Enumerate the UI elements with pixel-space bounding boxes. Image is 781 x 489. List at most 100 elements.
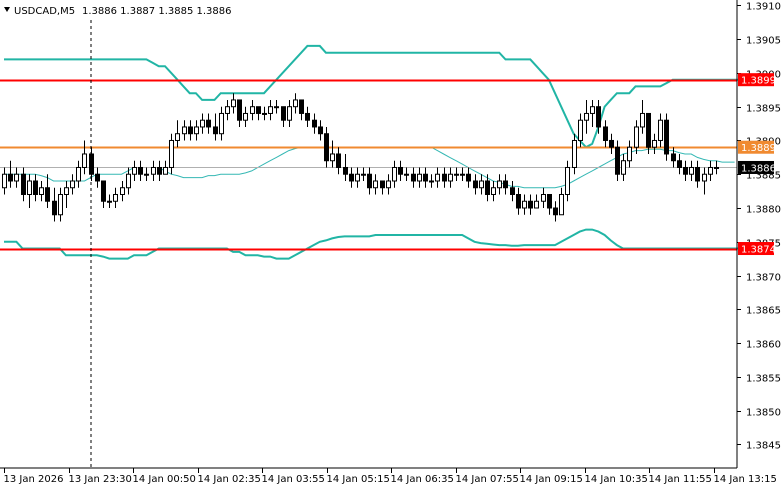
candle-body-up	[621, 160, 626, 175]
candle-body-up	[194, 126, 199, 135]
candle-body-up	[262, 112, 267, 115]
candle-body-up	[559, 193, 564, 216]
candle-body-up	[132, 166, 137, 175]
candle-body-down	[367, 173, 372, 189]
candle-body-up	[572, 139, 577, 168]
candle-body-up	[627, 146, 632, 162]
y-tick-label: 1.3910	[746, 2, 781, 13]
x-tick-label: 14 Jan 11:55	[649, 474, 712, 485]
x-tick-label: 13 Jan 23:30	[69, 474, 132, 485]
candle-body-up	[640, 112, 645, 128]
candle-body-down	[237, 99, 242, 121]
x-tick-label: 14 Jan 02:35	[198, 474, 261, 485]
candle-body-down	[256, 106, 261, 114]
candle-body-down	[312, 119, 317, 128]
level-tag-0-text: 1.3899	[741, 76, 776, 87]
chart-title: USDCAD,M5 1.3886 1.3887 1.3885 1.3886	[4, 6, 232, 17]
y-tick-label: 1.3845	[746, 441, 781, 452]
candle-body-up	[708, 166, 713, 175]
candle-body-up	[373, 180, 378, 189]
candle-body-up	[169, 139, 174, 168]
candle-body-up	[219, 112, 224, 135]
candle-body-down	[138, 166, 143, 175]
candle-body-down	[442, 173, 447, 182]
y-tick-label: 1.3880	[746, 205, 781, 216]
candle-body-up	[355, 173, 360, 182]
candle-body-up	[82, 153, 87, 168]
candle-body-up	[392, 166, 397, 182]
candle-body-up	[386, 180, 391, 189]
candle-body-down	[473, 180, 478, 189]
candle-body-up	[200, 119, 205, 128]
chart-background	[0, 0, 781, 489]
candle-body-down	[45, 187, 50, 202]
y-tick-label: 1.3870	[746, 273, 781, 284]
symbol-label: USDCAD,M5	[14, 6, 75, 17]
candle-body-up	[584, 112, 589, 121]
candle-body-up	[274, 106, 279, 109]
candle-body-up	[534, 200, 539, 209]
level-tag-2-text: 1.3874	[741, 245, 776, 256]
candle-body-down	[336, 153, 341, 168]
y-tick-label: 1.3905	[746, 36, 781, 47]
candle-body-up	[491, 187, 496, 195]
candle-body-up	[58, 193, 63, 216]
price-chart[interactable]: 1.39101.39051.39001.38951.38901.38851.38…	[0, 0, 781, 489]
candle-body-up	[565, 166, 570, 195]
candle-body-up	[479, 180, 484, 189]
candle-body-up	[268, 106, 273, 114]
candle-body-down	[547, 193, 552, 209]
candle-body-down	[596, 106, 601, 128]
candle-body-down	[52, 200, 57, 216]
candle-body-up	[163, 166, 168, 175]
candle-body-up	[435, 173, 440, 182]
candle-body-up	[231, 99, 236, 108]
candle-body-up	[454, 173, 459, 176]
candle-body-up	[652, 139, 657, 148]
y-tick-label: 1.3895	[746, 104, 781, 115]
candle-body-up	[2, 173, 7, 189]
candle-body-down	[423, 173, 428, 182]
x-tick-label: 14 Jan 13:15	[714, 474, 777, 485]
candle-body-up	[497, 180, 502, 189]
candle-body-down	[411, 173, 416, 182]
candle-body-up	[76, 166, 81, 182]
candle-body-down	[603, 126, 608, 141]
candle-body-up	[448, 173, 453, 182]
candle-body-up	[70, 180, 75, 189]
candle-body-up	[522, 200, 527, 209]
candle-body-down	[553, 207, 558, 216]
y-tick-label: 1.3865	[746, 306, 781, 317]
candle-body-up	[590, 106, 595, 114]
candle-body-down	[503, 180, 508, 189]
candle-body-down	[516, 193, 521, 209]
candle-body-up	[175, 133, 180, 141]
candle-body-up	[225, 106, 230, 114]
candle-body-up	[293, 99, 298, 108]
candle-body-down	[33, 180, 38, 195]
candle-body-down	[485, 180, 490, 195]
level-tag-1-text: 1.3889	[741, 143, 776, 154]
candle-body-down	[206, 119, 211, 128]
candle-body-down	[305, 112, 310, 121]
candle-body-up	[39, 187, 44, 195]
candle-body-up	[250, 106, 255, 114]
x-tick-label: 14 Jan 03:55	[262, 474, 325, 485]
candle-body-down	[343, 166, 348, 175]
candle-body-down	[664, 119, 669, 155]
candle-body-up	[27, 180, 32, 195]
candle-body-down	[609, 139, 614, 148]
candle-body-down	[510, 187, 515, 195]
candle-body-up	[120, 187, 125, 195]
x-tick-label: 14 Jan 10:35	[585, 474, 648, 485]
ohlc-label: 1.3886 1.3887 1.3885 1.3886	[82, 6, 232, 17]
candle-body-up	[460, 173, 465, 176]
candle-body-up	[14, 173, 19, 182]
candle-body-up	[361, 173, 366, 176]
candle-body-up	[578, 119, 583, 141]
candle-body-up	[243, 112, 248, 121]
candle-body-up	[144, 173, 149, 176]
candle-body-up	[429, 180, 434, 183]
candle-body-up	[634, 126, 639, 148]
candle-body-down	[101, 180, 106, 202]
